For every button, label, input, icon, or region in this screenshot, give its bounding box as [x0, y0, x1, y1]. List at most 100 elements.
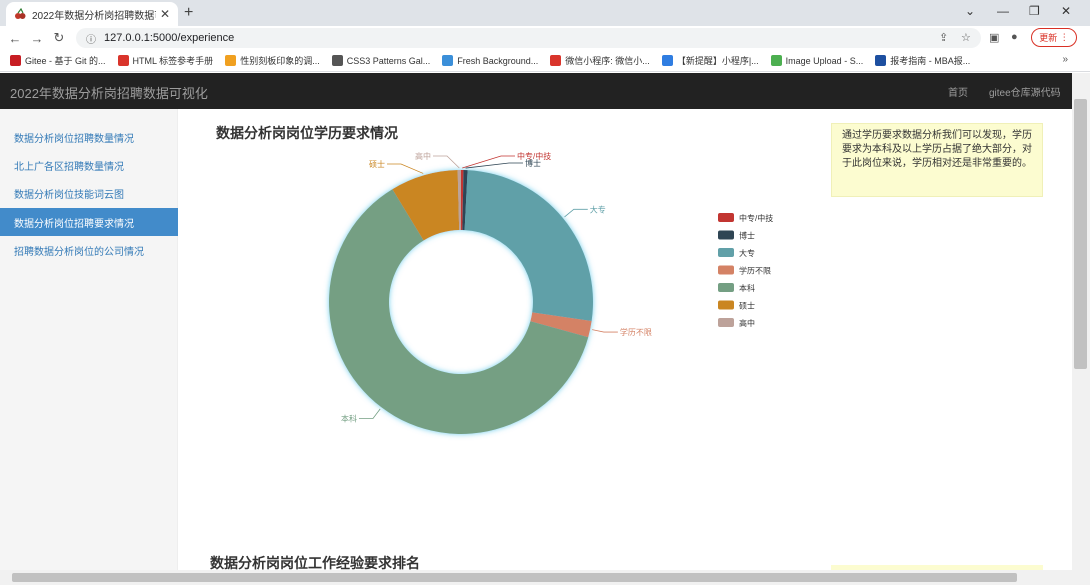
- legend-swatch[interactable]: [718, 300, 734, 310]
- main-content: 数据分析岗岗位学历要求情况 通过学历要求数据分析我们可以发现，学历要求为本科及以…: [178, 109, 1072, 570]
- bookmark-item[interactable]: Fresh Background...: [442, 55, 538, 66]
- sidebar: 数据分析岗位招聘数量情况 北上广各区招聘数量情况 数据分析岗位技能词云图 数据分…: [0, 109, 178, 570]
- pie-slice-label: 本科: [341, 413, 357, 423]
- url-text: 127.0.0.1:5000/experience: [104, 32, 235, 44]
- bookmark-item[interactable]: 报考指南 - MBA报...: [875, 54, 970, 67]
- bookmark-label: 报考指南 - MBA报...: [890, 56, 971, 66]
- web-page: 2022年数据分析岗招聘数据可视化 首页 gitee仓库源代码 数据分析岗位招聘…: [0, 73, 1072, 570]
- bookmark-label: 【新提醒】小程序|...: [676, 56, 759, 66]
- bookmark-favicon-icon: [875, 55, 887, 66]
- sidebar-toggle-icon[interactable]: ▣: [989, 31, 999, 44]
- bookmark-favicon-icon: [661, 55, 673, 66]
- share-icon[interactable]: ⇪: [939, 31, 948, 44]
- bookmark-star-icon[interactable]: ☆: [961, 31, 971, 44]
- pie-label-leader: [462, 155, 515, 169]
- legend-swatch[interactable]: [718, 248, 734, 257]
- more-bookmarks-icon[interactable]: »: [1062, 54, 1068, 65]
- new-tab-icon[interactable]: +: [184, 4, 193, 22]
- bookmark-item[interactable]: 微信小程序: 微信小...: [550, 54, 650, 67]
- bookmarks-bar: Gitee - 基于 Git 的... HTML 标签参考手册 性别刻板印象的调..…: [0, 50, 1090, 72]
- bookmark-label: 微信小程序: 微信小...: [565, 56, 650, 66]
- vertical-scrollbar[interactable]: [1072, 73, 1090, 570]
- bookmark-item[interactable]: 【新提醒】小程序|...: [661, 54, 759, 67]
- legend-label[interactable]: 学历不限: [739, 266, 771, 276]
- pie-label-leader: [387, 163, 424, 174]
- bookmark-favicon-icon: [550, 55, 562, 66]
- tab-search-icon[interactable]: ⌄: [965, 4, 975, 18]
- bookmark-label: 性别刻板印象的调...: [240, 56, 320, 66]
- legend-label[interactable]: 高中: [739, 318, 755, 328]
- bookmark-item[interactable]: CSS3 Patterns Gal...: [331, 55, 431, 66]
- close-window-icon[interactable]: ✕: [1061, 4, 1071, 18]
- vertical-scroll-thumb[interactable]: [1074, 99, 1087, 369]
- bookmark-favicon-icon: [442, 55, 454, 66]
- legend-swatch[interactable]: [718, 230, 734, 240]
- update-button[interactable]: 更新 ⋮: [1031, 28, 1077, 47]
- legend-label[interactable]: 大专: [739, 248, 755, 258]
- restore-icon[interactable]: ❐: [1029, 4, 1040, 18]
- legend-label[interactable]: 本科: [739, 283, 755, 293]
- chart-legend: 中专/中技博士大专学历不限本科硕士高中: [718, 213, 773, 328]
- sidebar-item-companies[interactable]: 招聘数据分析岗位的公司情况: [0, 236, 178, 264]
- sidebar-item-label: 北上广各区招聘数量情况: [14, 161, 124, 173]
- bookmark-item[interactable]: Gitee - 基于 Git 的...: [10, 54, 106, 67]
- pie-slice-label: 大专: [590, 204, 606, 214]
- legend-swatch[interactable]: [718, 265, 734, 275]
- browser-tab[interactable]: 2022年数据分析岗招聘数据可视 ✕: [6, 2, 178, 26]
- sidebar-item-requirements[interactable]: 数据分析岗位招聘要求情况: [0, 208, 178, 236]
- sidebar-item-label: 招聘数据分析岗位的公司情况: [14, 246, 144, 258]
- site-navbar: 2022年数据分析岗招聘数据可视化 首页 gitee仓库源代码: [0, 73, 1072, 109]
- legend-swatch[interactable]: [718, 213, 734, 222]
- legend-swatch[interactable]: [718, 283, 734, 292]
- site-info-icon[interactable]: ⓘ: [86, 31, 96, 46]
- pie-slice[interactable]: [464, 170, 593, 322]
- pie-label-leader: [564, 208, 588, 218]
- bookmark-label: HTML 标签参考手册: [132, 56, 214, 66]
- bookmark-favicon-icon: [117, 55, 129, 66]
- education-pie-chart[interactable]: 中专/中技博士大专学历不限本科硕士高中 中专/中技博士大专学历不限本科硕士高中: [178, 109, 1072, 529]
- cherry-favicon-icon: [15, 8, 26, 19]
- sidebar-item-recruit-count[interactable]: 数据分析岗位招聘数量情况: [0, 123, 178, 151]
- update-label: 更新: [1039, 33, 1058, 43]
- legend-label[interactable]: 中专/中技: [739, 213, 773, 223]
- bookmark-favicon-icon: [770, 55, 782, 66]
- bookmark-favicon-icon: [10, 55, 21, 66]
- experience-chart-title: 数据分析岗岗位工作经验要求排名: [210, 555, 420, 570]
- site-brand[interactable]: 2022年数据分析岗招聘数据可视化: [10, 83, 208, 102]
- bookmark-label: Image Upload - S...: [785, 55, 864, 66]
- sidebar-item-label: 数据分析岗位技能词云图: [14, 189, 124, 201]
- address-bar[interactable]: ⓘ 127.0.0.1:5000/experience: [76, 28, 981, 48]
- profile-avatar-icon[interactable]: ●: [1011, 31, 1018, 43]
- legend-swatch[interactable]: [718, 318, 734, 327]
- sidebar-item-district-count[interactable]: 北上广各区招聘数量情况: [0, 151, 178, 179]
- pie-slice-label: 博士: [525, 158, 541, 168]
- reload-icon[interactable]: ↻: [48, 30, 70, 46]
- close-tab-icon[interactable]: ✕: [160, 7, 170, 21]
- sidebar-item-label: 数据分析岗位招聘数量情况: [14, 133, 134, 145]
- sidebar-item-skill-wordcloud[interactable]: 数据分析岗位技能词云图: [0, 179, 178, 207]
- bookmark-item[interactable]: Image Upload - S...: [770, 55, 864, 66]
- nav-home-link[interactable]: 首页: [948, 84, 968, 99]
- sidebar-item-label: 数据分析岗位招聘要求情况: [14, 218, 134, 230]
- bookmark-item[interactable]: 性别刻板印象的调...: [225, 54, 320, 67]
- minimize-icon[interactable]: —: [997, 4, 1009, 18]
- pie-slice-label: 高中: [415, 151, 431, 161]
- bookmark-label: CSS3 Patterns Gal...: [346, 55, 431, 66]
- tab-title: 2022年数据分析岗招聘数据可视: [32, 10, 156, 22]
- pie-label-leader: [433, 155, 460, 169]
- browser-toolbar: ← → ↻ ⓘ 127.0.0.1:5000/experience ⇪ ☆ ▣ …: [0, 26, 1090, 50]
- horizontal-scrollbar[interactable]: [0, 570, 1090, 585]
- horizontal-scroll-thumb[interactable]: [12, 573, 1017, 582]
- browser-window: 2022年数据分析岗招聘数据可视 ✕ + ⌄ — ❐ ✕ ← → ↻ ⓘ 127…: [0, 0, 1090, 585]
- bookmark-favicon-icon: [331, 55, 343, 66]
- bookmark-item[interactable]: HTML 标签参考手册: [117, 54, 214, 67]
- pie-label-leader: [358, 408, 381, 419]
- tab-strip: 2022年数据分析岗招聘数据可视 ✕ + ⌄ — ❐ ✕: [0, 0, 1090, 26]
- forward-icon[interactable]: →: [26, 31, 48, 46]
- pie-label-leader: [592, 329, 618, 333]
- back-icon[interactable]: ←: [4, 31, 26, 46]
- legend-label[interactable]: 博士: [739, 231, 755, 241]
- legend-label[interactable]: 硕士: [739, 301, 755, 311]
- nav-repo-link[interactable]: gitee仓库源代码: [989, 84, 1061, 99]
- bookmark-favicon-icon: [225, 55, 237, 66]
